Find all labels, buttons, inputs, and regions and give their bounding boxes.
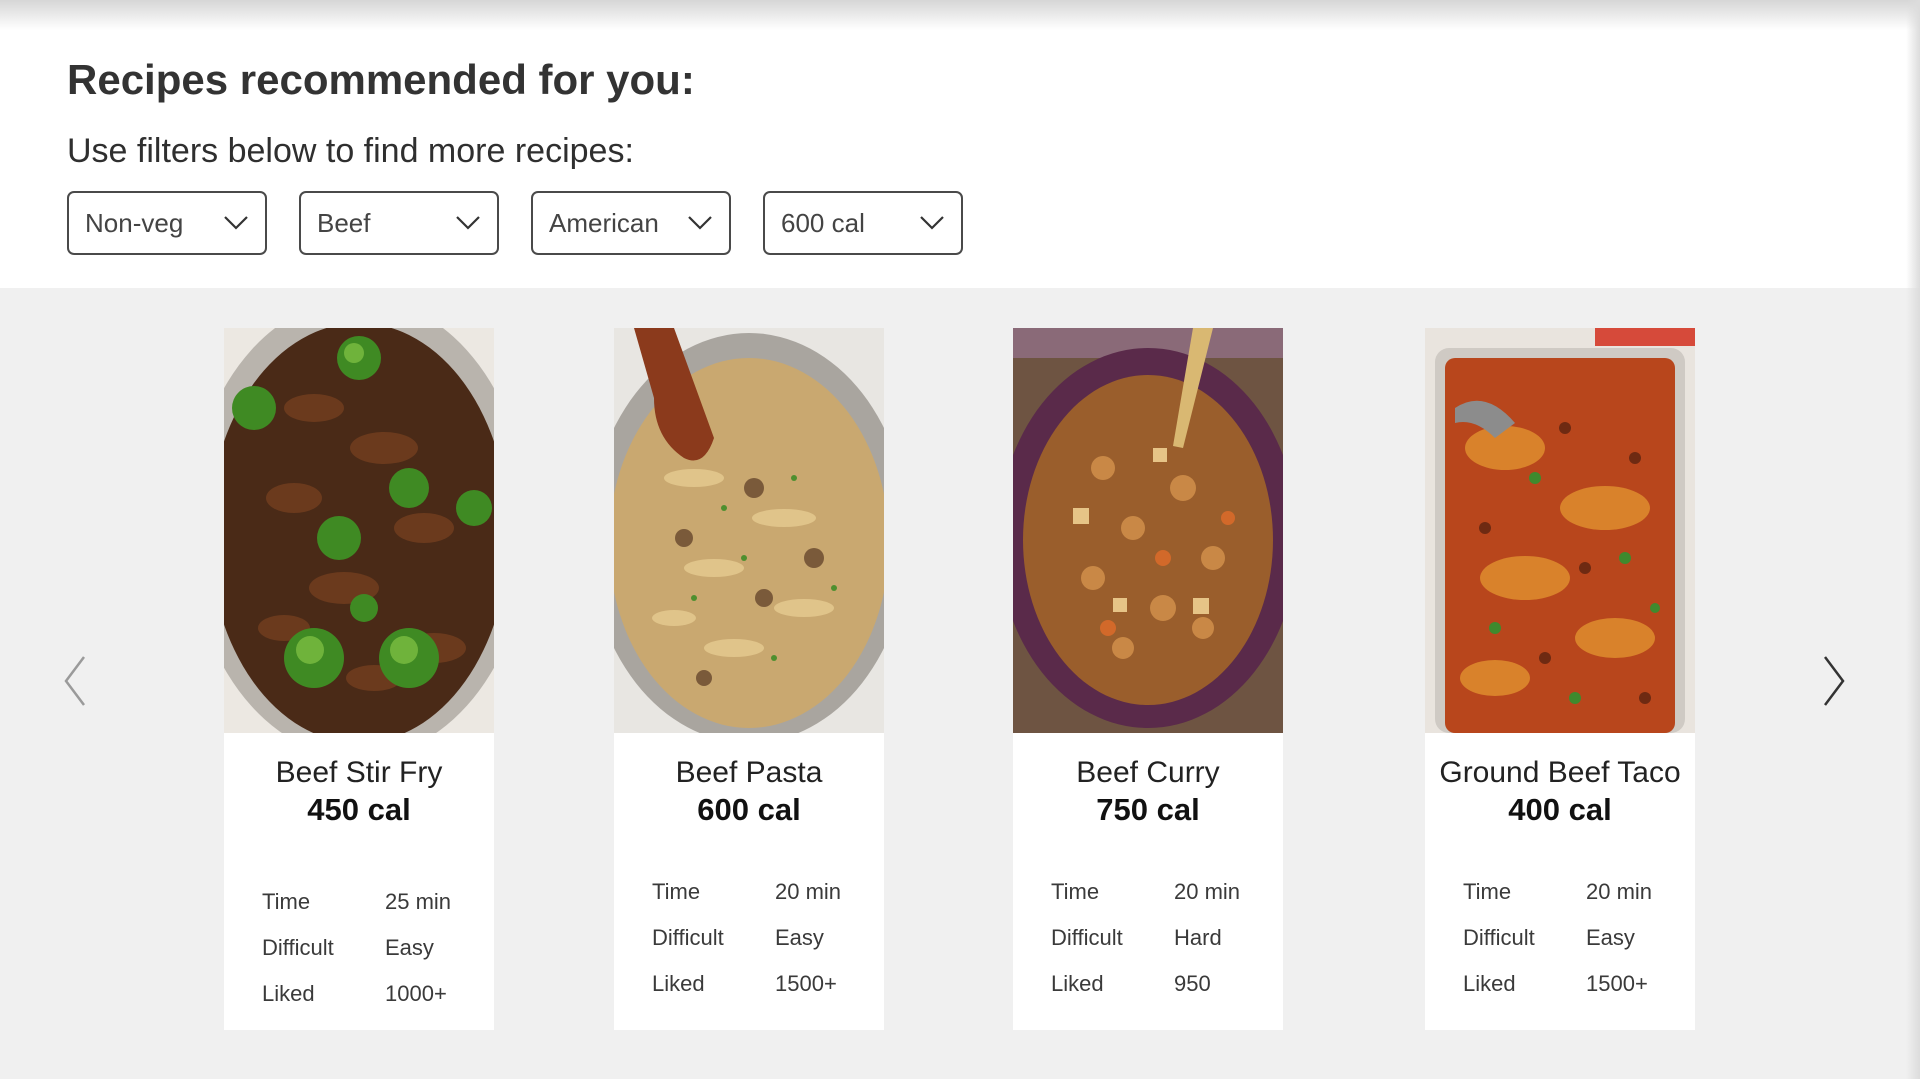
right-edge-shadow — [1906, 0, 1920, 1079]
recipe-name: Beef Pasta — [675, 756, 823, 789]
recipe-card[interactable]: Ground Beef Taco 400 cal Time 20 min Diff… — [1425, 328, 1695, 1030]
difficulty-label: Difficult — [262, 935, 334, 960]
chevron-down-icon — [920, 216, 944, 230]
filters-instruction: Use filters below to find more recipes: — [67, 132, 634, 170]
recipe-card[interactable]: Beef Curry 750 cal Time 20 min Difficult H… — [1013, 328, 1283, 1030]
recipe-carousel: Beef Stir Fry 450 cal Time 25 min Difficu… — [0, 288, 1920, 1079]
liked-label: Liked — [652, 971, 705, 996]
time-value: 25 min — [385, 889, 452, 914]
filter-diet-value: Non-veg — [85, 207, 184, 238]
filter-meat-value: Beef — [317, 207, 371, 238]
filter-cuisine-select[interactable]: American — [531, 191, 731, 255]
difficulty-value: Hard — [1174, 925, 1222, 950]
time-label: Time — [1463, 879, 1512, 904]
difficulty-label: Difficult — [652, 925, 724, 950]
filter-calories-value: 600 cal — [781, 207, 865, 238]
filter-meat-select[interactable]: Beef — [299, 191, 499, 255]
time-label: Time — [652, 879, 701, 904]
difficulty-value: Easy — [1586, 925, 1635, 950]
chevron-down-icon — [456, 216, 480, 230]
recipe-stats: Time 20 min Difficult Easy Liked 1500+ — [652, 869, 841, 1007]
filter-diet-select[interactable]: Non-veg — [67, 191, 267, 255]
difficulty-label: Difficult — [1463, 925, 1535, 950]
page-header: Recipes recommended for you: Use filters… — [0, 0, 1920, 288]
time-value: 20 min — [775, 879, 842, 904]
difficulty-label: Difficult — [1051, 925, 1123, 950]
recipe-card[interactable]: Beef Stir Fry 450 cal Time 25 min Difficu… — [224, 328, 494, 1030]
liked-value: 950 — [1174, 971, 1211, 996]
liked-value: 1000+ — [385, 981, 447, 1006]
liked-label: Liked — [1051, 971, 1104, 996]
liked-label: Liked — [262, 981, 315, 1006]
recipe-photo-beef-stir-fry — [224, 328, 494, 733]
filter-bar: Non-veg Beef American 600 cal — [67, 191, 963, 255]
recipe-calories: 750 cal — [1096, 792, 1200, 827]
page-title: Recipes recommended for you: — [67, 56, 695, 103]
recipe-stats: Time 25 min Difficult Easy Liked 1000+ — [262, 879, 451, 1017]
recipe-photo-beef-pasta — [614, 328, 884, 733]
recipe-photo-beef-curry — [1013, 328, 1283, 733]
chevron-right-icon[interactable] — [1815, 653, 1855, 709]
liked-value: 1500+ — [775, 971, 837, 996]
recipe-name: Ground Beef Taco — [1439, 756, 1681, 789]
recipe-stats: Time 20 min Difficult Hard Liked 950 — [1051, 869, 1240, 1007]
time-value: 20 min — [1174, 879, 1241, 904]
recipe-calories: 450 cal — [307, 792, 411, 827]
time-label: Time — [262, 889, 311, 914]
difficulty-value: Easy — [775, 925, 824, 950]
chevron-down-icon — [224, 216, 248, 230]
chevron-left-icon[interactable] — [58, 653, 98, 709]
recipe-card[interactable]: Beef Pasta 600 cal Time 20 min Difficult E… — [614, 328, 884, 1030]
time-label: Time — [1051, 879, 1100, 904]
filter-cuisine-value: American — [549, 207, 659, 238]
recipe-calories: 600 cal — [697, 792, 801, 827]
recipe-photo-ground-beef-taco — [1425, 328, 1695, 733]
recipe-calories: 400 cal — [1508, 792, 1612, 827]
difficulty-value: Easy — [385, 935, 434, 960]
chevron-down-icon — [688, 216, 712, 230]
recipe-name: Beef Curry — [1076, 756, 1220, 789]
filter-calories-select[interactable]: 600 cal — [763, 191, 963, 255]
liked-label: Liked — [1463, 971, 1516, 996]
liked-value: 1500+ — [1586, 971, 1648, 996]
recipe-name: Beef Stir Fry — [275, 756, 443, 789]
time-value: 20 min — [1586, 879, 1653, 904]
recipe-stats: Time 20 min Difficult Easy Liked 1500+ — [1463, 869, 1652, 1007]
